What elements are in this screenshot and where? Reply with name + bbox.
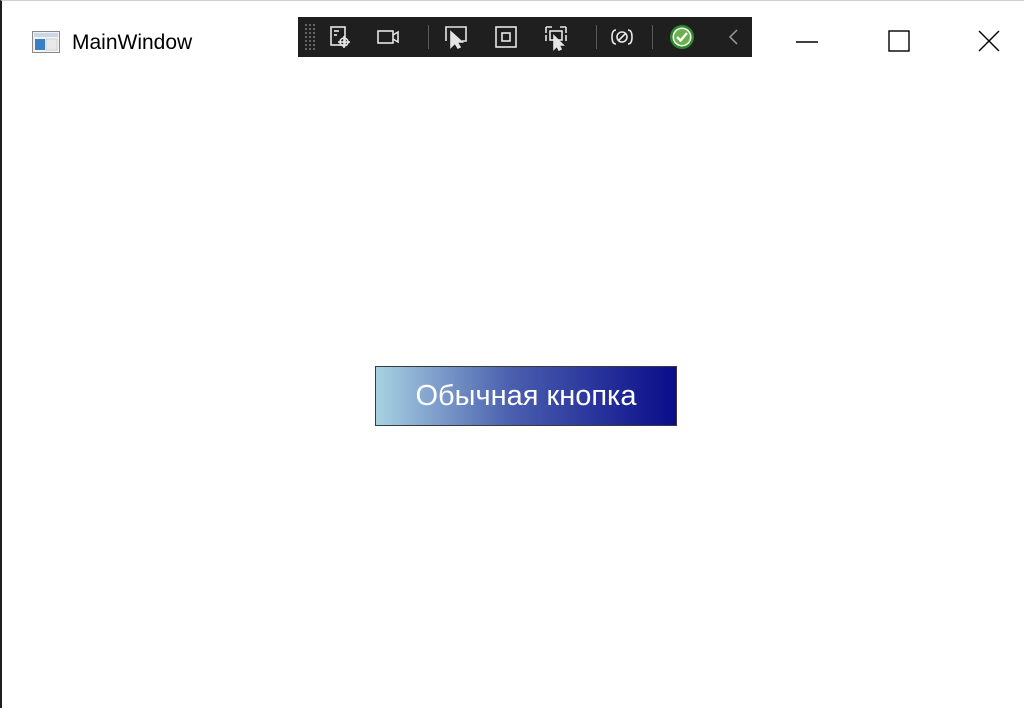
video-camera-icon[interactable]: [372, 21, 404, 53]
display-layout-adorners-icon[interactable]: [490, 21, 522, 53]
maximize-button[interactable]: [864, 15, 934, 67]
title-bar[interactable]: MainWindow: [2, 1, 1024, 81]
regular-button[interactable]: Обычная кнопка: [375, 366, 677, 426]
toolbar-separator: [652, 25, 653, 49]
track-focused-element-icon[interactable]: [540, 21, 572, 53]
toolbar-grip-handle[interactable]: [304, 23, 316, 51]
window-content: Обычная кнопка: [2, 81, 1024, 709]
toolbar-separator: [428, 25, 429, 49]
minimize-icon: [796, 41, 818, 43]
main-window: MainWindow Обычная кнопка: [0, 0, 1024, 709]
app-window-icon: [32, 31, 60, 53]
toolbar-separator: [596, 25, 597, 49]
live-visual-tree-icon[interactable]: [324, 21, 356, 53]
xaml-debug-toolbar: [298, 17, 752, 57]
maximize-icon: [888, 30, 910, 52]
minimize-button[interactable]: [772, 15, 842, 67]
hot-reload-status-icon[interactable]: [666, 21, 698, 53]
close-button[interactable]: [954, 15, 1024, 67]
collapse-chevron-icon[interactable]: [718, 21, 750, 53]
select-element-icon[interactable]: [440, 21, 472, 53]
window-title: MainWindow: [72, 31, 193, 54]
binding-failures-icon[interactable]: [606, 21, 638, 53]
close-icon: [978, 30, 1000, 52]
